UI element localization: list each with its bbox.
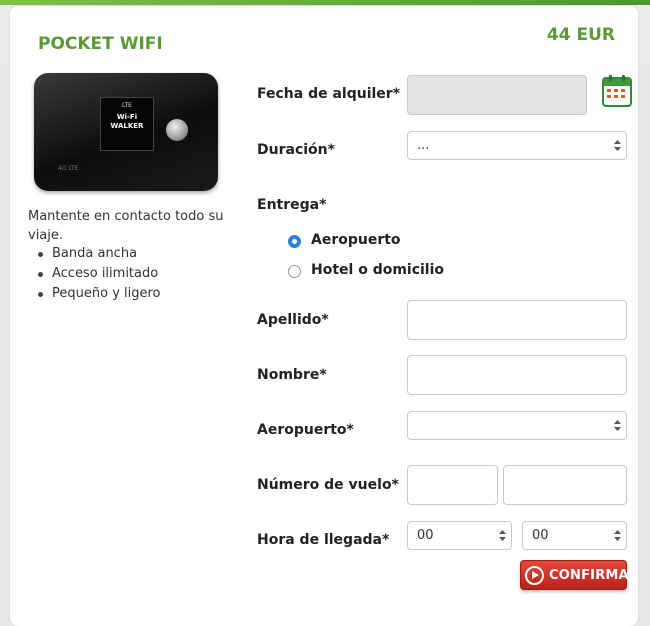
confirm-label: CONFIRMAR: [549, 568, 640, 583]
device-lte-tag: 4G LTE: [58, 165, 79, 172]
play-icon: [525, 566, 544, 585]
flight-number-prefix-input[interactable]: [407, 465, 498, 505]
feature-list: Banda ancha Acceso ilimitado Pequeño y l…: [38, 244, 161, 304]
device-power-button: [166, 119, 188, 141]
product-description: Mantente en contacto todo su viaje.: [28, 209, 224, 243]
select-arrows-icon: [614, 530, 621, 541]
feature-item: Pequeño y ligero: [38, 284, 161, 304]
rental-date-input[interactable]: [407, 75, 587, 115]
radio-unchecked-icon[interactable]: [288, 265, 301, 278]
select-arrows-icon: [614, 140, 621, 151]
select-arrows-icon: [499, 530, 506, 541]
product-price: 44 EUR: [546, 25, 615, 45]
arrival-minute-value: 00: [532, 528, 549, 543]
arrival-minute-select[interactable]: 00: [522, 521, 627, 550]
first-name-label: Nombre*: [257, 367, 327, 383]
pocket-wifi-device-image: LTE Wi-Fi WALKER 4G LTE: [34, 73, 218, 191]
arrival-time-label: Hora de llegada*: [257, 532, 390, 548]
feature-item: Banda ancha: [38, 244, 161, 264]
first-name-input[interactable]: [407, 355, 627, 395]
duration-value: ...: [417, 138, 430, 153]
arrival-hour-value: 00: [417, 528, 434, 543]
calendar-icon[interactable]: [602, 75, 632, 107]
device-brand-line1: Wi-Fi: [116, 113, 138, 121]
surname-input[interactable]: [407, 300, 627, 340]
product-title: POCKET WIFI: [38, 34, 163, 54]
delivery-option-label: Hotel o domicilio: [311, 262, 445, 278]
rental-date-label: Fecha de alquiler*: [257, 86, 401, 102]
select-arrows-icon: [614, 420, 621, 431]
delivery-label: Entrega*: [257, 197, 327, 213]
device-status: LTE: [122, 102, 132, 109]
surname-label: Apellido*: [257, 312, 329, 328]
radio-checked-icon[interactable]: [288, 235, 301, 248]
flight-number-input[interactable]: [503, 465, 627, 505]
confirm-button[interactable]: CONFIRMAR: [520, 560, 639, 590]
airport-select[interactable]: [407, 411, 627, 440]
feature-item: Acceso ilimitado: [38, 264, 161, 284]
airport-label: Aeropuerto*: [257, 422, 354, 438]
device-brand-line2: WALKER: [110, 122, 144, 130]
delivery-option-label: Aeropuerto: [311, 232, 401, 248]
duration-label: Duración*: [257, 142, 335, 158]
device-screen: LTE Wi-Fi WALKER: [100, 97, 154, 151]
duration-select[interactable]: ...: [407, 131, 627, 160]
flight-number-label: Número de vuelo*: [257, 477, 399, 493]
arrival-hour-select[interactable]: 00: [407, 521, 512, 550]
